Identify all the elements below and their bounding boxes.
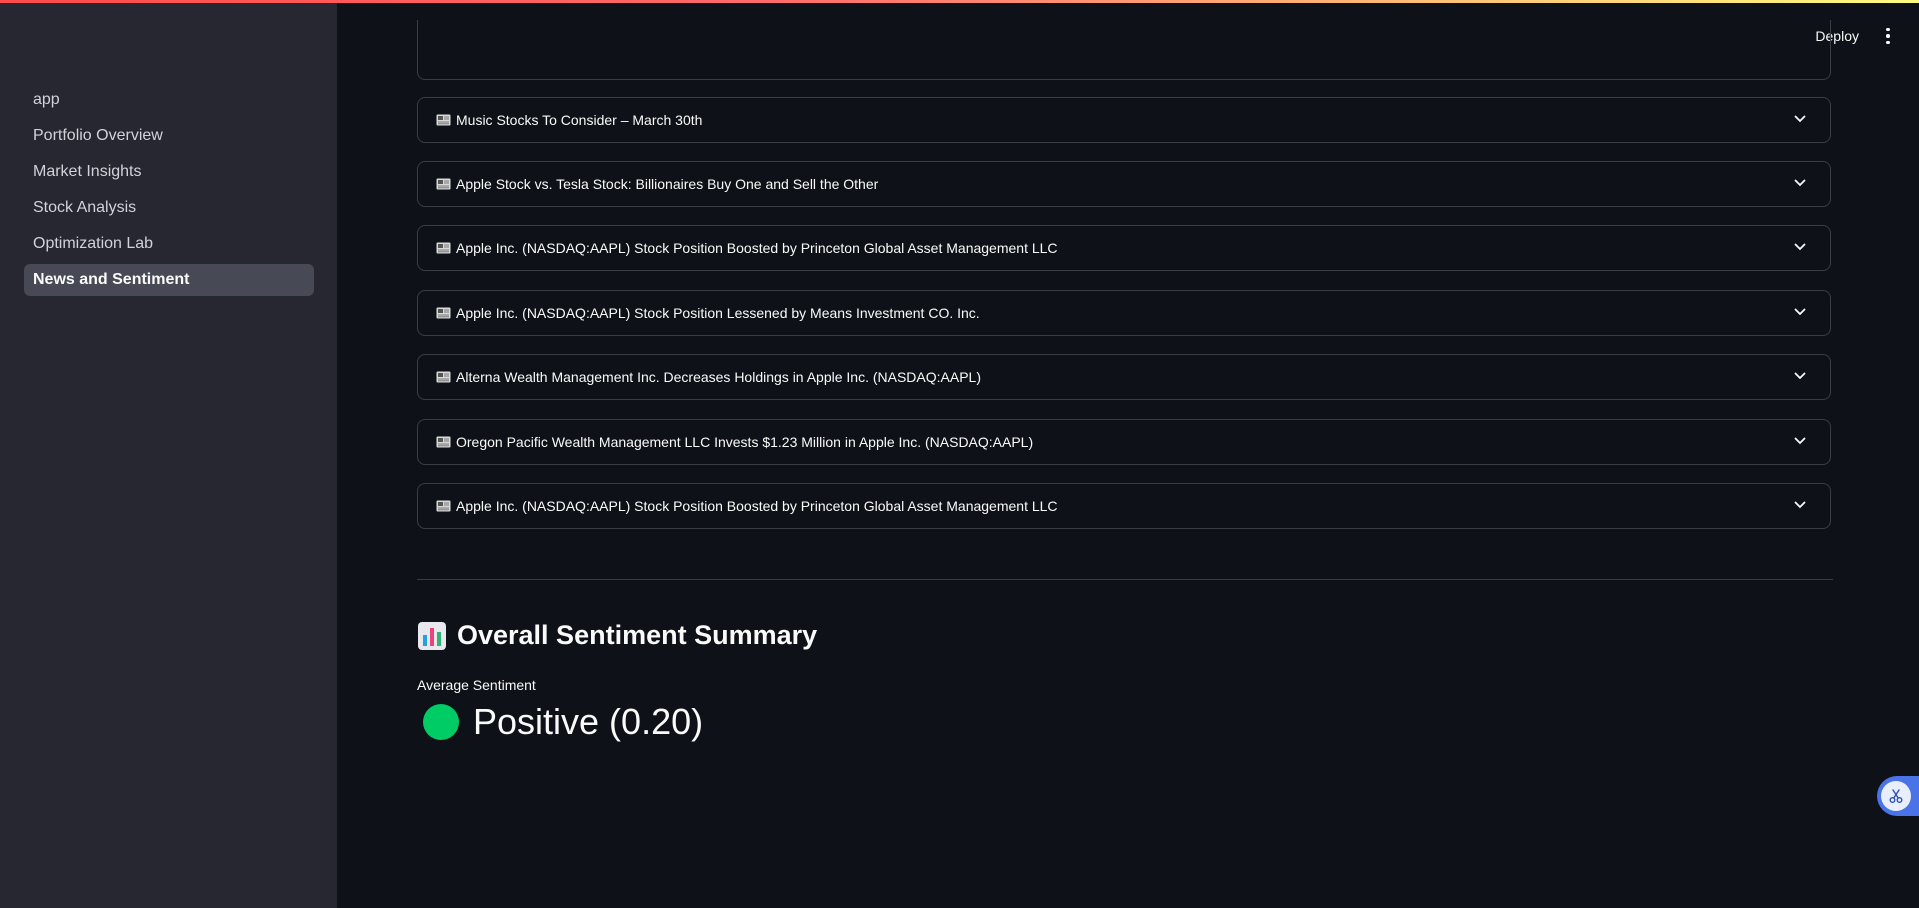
scissors-icon bbox=[1881, 781, 1911, 811]
news-title: Apple Inc. (NASDAQ:AAPL) Stock Position … bbox=[456, 305, 980, 321]
newspaper-icon bbox=[436, 371, 451, 383]
news-expander[interactable]: Apple Stock vs. Tesla Stock: Billionaire… bbox=[417, 161, 1831, 207]
newspaper-icon bbox=[436, 178, 451, 190]
kebab-menu-icon[interactable] bbox=[1883, 24, 1893, 48]
sidebar-nav: app Portfolio Overview Market Insights S… bbox=[24, 84, 314, 300]
chevron-down-icon bbox=[1794, 308, 1806, 316]
metric-value: Positive (0.20) bbox=[423, 701, 703, 743]
sidebar-item-market-insights[interactable]: Market Insights bbox=[24, 156, 314, 188]
newspaper-icon bbox=[436, 114, 451, 126]
top-accent-bar bbox=[0, 0, 1919, 3]
section-divider bbox=[417, 579, 1833, 580]
chevron-down-icon bbox=[1794, 437, 1806, 445]
news-expander[interactable]: Oregon Pacific Wealth Management LLC Inv… bbox=[417, 419, 1831, 465]
sidebar-item-stock-analysis[interactable]: Stock Analysis bbox=[24, 192, 314, 224]
newspaper-icon bbox=[436, 242, 451, 254]
news-expander[interactable]: Apple Inc. (NASDAQ:AAPL) Stock Position … bbox=[417, 483, 1831, 529]
chevron-down-icon bbox=[1794, 501, 1806, 509]
news-title: Apple Inc. (NASDAQ:AAPL) Stock Position … bbox=[456, 498, 1058, 514]
newspaper-icon bbox=[436, 500, 451, 512]
newspaper-icon bbox=[436, 436, 451, 448]
green-circle-icon bbox=[423, 704, 459, 740]
news-expander[interactable]: Music Stocks To Consider – March 30th bbox=[417, 97, 1831, 143]
sidebar-item-portfolio-overview[interactable]: Portfolio Overview bbox=[24, 120, 314, 152]
summary-heading-text: Overall Sentiment Summary bbox=[457, 620, 818, 650]
sentiment-summary-heading: Overall Sentiment Summary bbox=[417, 620, 817, 651]
news-expander-clipped[interactable] bbox=[417, 20, 1831, 80]
newspaper-icon bbox=[436, 307, 451, 319]
chevron-down-icon bbox=[1794, 372, 1806, 380]
sidebar-item-optimization-lab[interactable]: Optimization Lab bbox=[24, 228, 314, 260]
chevron-down-icon bbox=[1794, 115, 1806, 123]
chevron-down-icon bbox=[1794, 243, 1806, 251]
news-title: Apple Stock vs. Tesla Stock: Billionaire… bbox=[456, 176, 879, 192]
sidebar-item-app[interactable]: app bbox=[24, 84, 314, 116]
news-expander[interactable]: Alterna Wealth Management Inc. Decreases… bbox=[417, 354, 1831, 400]
main-content: Music Stocks To Consider – March 30th Ap… bbox=[417, 0, 1833, 908]
news-expander[interactable]: Apple Inc. (NASDAQ:AAPL) Stock Position … bbox=[417, 290, 1831, 336]
news-title: Music Stocks To Consider – March 30th bbox=[456, 112, 703, 128]
sidebar: app Portfolio Overview Market Insights S… bbox=[0, 0, 337, 908]
news-title: Apple Inc. (NASDAQ:AAPL) Stock Position … bbox=[456, 240, 1058, 256]
sentiment-value: Positive (0.20) bbox=[473, 701, 704, 742]
floating-tool-button[interactable] bbox=[1877, 776, 1919, 816]
news-title: Oregon Pacific Wealth Management LLC Inv… bbox=[456, 434, 1034, 450]
chevron-down-icon bbox=[1794, 179, 1806, 187]
metric-label: Average Sentiment bbox=[417, 677, 536, 693]
news-expander[interactable]: Apple Inc. (NASDAQ:AAPL) Stock Position … bbox=[417, 225, 1831, 271]
sidebar-item-news-and-sentiment[interactable]: News and Sentiment bbox=[24, 264, 314, 296]
news-title: Alterna Wealth Management Inc. Decreases… bbox=[456, 369, 981, 385]
bar-chart-icon bbox=[418, 621, 446, 650]
